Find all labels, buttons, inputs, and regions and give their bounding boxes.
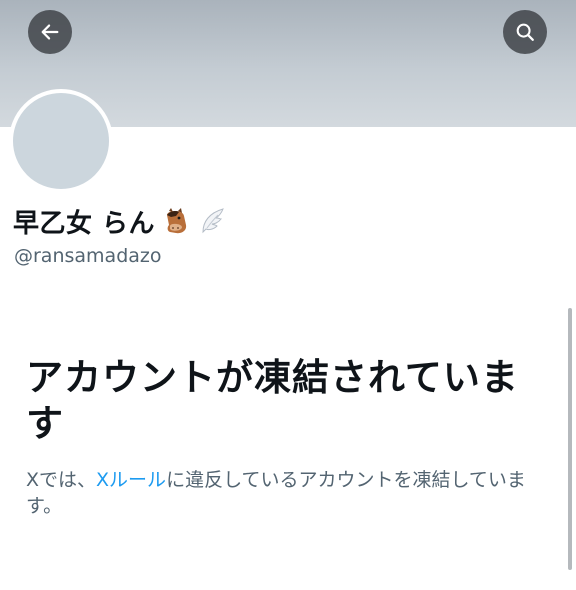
suspended-description: Xでは、Xルールに違反しているアカウントを凍結しています。 (26, 467, 546, 519)
display-name: 早乙女 らん (13, 208, 156, 239)
search-button[interactable] (503, 10, 547, 54)
profile-name-row: 早乙女 らん (13, 203, 227, 239)
x-rules-link[interactable]: Xルール (96, 469, 166, 491)
description-prefix: Xでは、 (26, 469, 97, 491)
wing-emoji (197, 206, 227, 236)
username-handle: @ransamadazo (14, 245, 162, 267)
suspended-heading: アカウントが凍結されています (26, 356, 519, 445)
search-icon (516, 23, 534, 41)
scrollbar[interactable] (568, 308, 572, 570)
arrow-left-icon (41, 24, 59, 40)
avatar (9, 89, 113, 193)
horse-face-emoji (161, 206, 191, 236)
back-button[interactable] (28, 10, 72, 54)
